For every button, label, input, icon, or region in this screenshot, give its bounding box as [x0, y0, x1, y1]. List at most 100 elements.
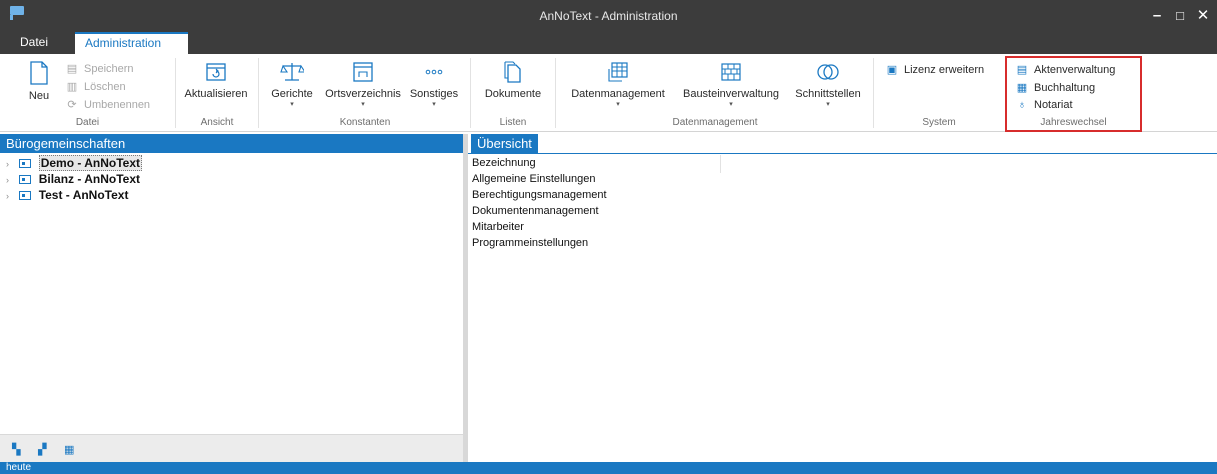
brick-wall-icon: [721, 63, 741, 81]
title-bar: AnNoText - Administration – □ ✕: [0, 0, 1217, 32]
left-pane-toolbar: ▚ ▞ ▦: [0, 434, 463, 462]
folder-icon: [19, 191, 32, 200]
tree-item-test[interactable]: › Test - AnNoText: [6, 188, 128, 203]
overview-item-document-management[interactable]: Dokumentenmanagement: [472, 205, 599, 217]
expand-arrow-icon[interactable]: ›: [6, 159, 16, 169]
refresh-icon: [206, 63, 226, 81]
group-label-ansicht: Ansicht: [200, 117, 234, 128]
overview-pane: Übersicht Bezeichnung Allgemeine Einstel…: [468, 134, 1217, 462]
maximize-button[interactable]: □: [1170, 6, 1190, 26]
modules-button-label: Bausteinverwaltung: [682, 88, 779, 100]
places-button-label: Ortsverzeichnis: [325, 88, 401, 100]
tree-item-label: Test - AnNoText: [38, 188, 129, 202]
expand-arrow-icon[interactable]: ›: [6, 175, 16, 185]
trash-icon: ▥: [66, 81, 78, 93]
refresh-button-label: Aktualisieren: [184, 88, 248, 100]
delete-label: Löschen: [84, 81, 126, 93]
expand-arrow-icon[interactable]: ›: [6, 191, 16, 201]
interfaces-rings-icon: [817, 64, 839, 80]
refresh-button[interactable]: Aktualisieren: [177, 61, 255, 100]
group-divider: [470, 58, 471, 128]
accounting-button[interactable]: ▦ Buchhaltung: [1016, 81, 1095, 94]
overview-item-employees[interactable]: Mitarbeiter: [472, 221, 524, 233]
license-extend-button[interactable]: ▣ Lizenz erweitern: [886, 63, 984, 76]
tab-underline: [468, 153, 1217, 154]
tab-administration[interactable]: Administration: [75, 32, 188, 54]
interfaces-button[interactable]: Schnittstellen ▾: [788, 61, 868, 109]
scales-icon: [280, 63, 304, 81]
close-button[interactable]: ✕: [1193, 6, 1213, 26]
group-label-listen: Listen: [499, 117, 527, 128]
tree-item-label: Demo - AnNoText: [38, 155, 143, 171]
notary-seal-icon: ♁: [1017, 99, 1027, 111]
chevron-down-icon: ▾: [361, 101, 365, 108]
more-dots-icon: [425, 69, 443, 75]
documents-button[interactable]: Dokumente: [474, 61, 552, 100]
tree-item-bilanz[interactable]: › Bilanz - AnNoText: [6, 172, 140, 187]
license-icon: ▣: [886, 64, 898, 76]
chevron-down-icon: ▾: [616, 101, 620, 108]
hierarchy-icon[interactable]: ▞: [38, 443, 46, 456]
status-text: heute: [6, 462, 32, 473]
places-button[interactable]: Ortsverzeichnis ▾: [320, 61, 406, 109]
network-icon[interactable]: ▚: [12, 443, 20, 456]
group-divider: [555, 58, 556, 128]
chevron-down-icon: ▾: [729, 101, 733, 108]
minimize-button[interactable]: –: [1147, 6, 1167, 26]
group-divider: [258, 58, 259, 128]
chevron-down-icon: ▾: [290, 101, 294, 108]
save-label: Speichern: [84, 63, 134, 75]
menu-tabs: Datei Administration: [0, 32, 1217, 54]
files-management-label: Aktenverwaltung: [1034, 64, 1116, 76]
data-management-button-label: Datenmanagement: [571, 88, 665, 100]
files-management-button[interactable]: ▤ Aktenverwaltung: [1016, 63, 1116, 76]
tree-item-demo[interactable]: › Demo - AnNoText: [6, 155, 143, 171]
new-button[interactable]: Neu: [20, 61, 58, 102]
ribbon: Neu ▤ Speichern ▥ Löschen ⟳ Umbenennen Date…: [0, 54, 1217, 132]
interfaces-button-label: Schnittstellen: [795, 88, 861, 100]
group-label-konstanten: Konstanten: [339, 117, 391, 128]
rename-button[interactable]: ⟳ Umbenennen: [66, 98, 150, 111]
new-button-label: Neu: [28, 90, 50, 102]
files-icon: ▤: [1016, 64, 1028, 76]
delete-button[interactable]: ▥ Löschen: [66, 80, 126, 93]
folder-icon: [19, 159, 32, 168]
database-grid-icon: [608, 62, 628, 82]
other-button-label: Sonstiges: [409, 88, 459, 100]
courts-button[interactable]: Gerichte ▾: [264, 61, 320, 109]
chevron-down-icon: ▾: [432, 101, 436, 108]
tree-item-label: Bilanz - AnNoText: [38, 172, 141, 186]
rename-label: Umbenennen: [84, 99, 151, 111]
chevron-down-icon: ▾: [826, 101, 830, 108]
courts-button-label: Gerichte: [271, 88, 313, 100]
overview-item-general-settings[interactable]: Allgemeine Einstellungen: [472, 173, 596, 185]
overview-item-permissions[interactable]: Berechtigungsmanagement: [472, 189, 607, 201]
tab-datei[interactable]: Datei: [10, 32, 58, 54]
notary-button[interactable]: ♁ Notariat: [1016, 99, 1073, 111]
data-management-button[interactable]: Datenmanagement ▾: [562, 61, 674, 109]
group-label-system: System: [922, 117, 956, 128]
column-divider[interactable]: [720, 155, 721, 173]
tab-overview[interactable]: Übersicht: [471, 134, 538, 153]
pane-title: Bürogemeinschaften: [0, 134, 463, 153]
documents-button-label: Dokumente: [484, 88, 542, 100]
other-button[interactable]: Sonstiges ▾: [406, 61, 462, 109]
notary-label: Notariat: [1034, 99, 1073, 111]
grid-view-icon[interactable]: ▦: [64, 443, 74, 456]
accounting-label: Buchhaltung: [1034, 82, 1096, 94]
calculator-icon: ▦: [1016, 82, 1028, 94]
overview-item-bezeichnung[interactable]: Bezeichnung: [472, 157, 536, 169]
rename-icon: ⟳: [67, 99, 77, 111]
folder-icon: [19, 175, 32, 184]
overview-item-program-settings[interactable]: Programmeinstellungen: [472, 237, 588, 249]
group-label-datenmanagement: Datenmanagement: [672, 117, 758, 128]
license-label: Lizenz erweitern: [904, 64, 985, 76]
save-button[interactable]: ▤ Speichern: [66, 62, 134, 75]
window-title: AnNoText - Administration: [539, 9, 678, 23]
status-bar: heute: [0, 462, 1217, 474]
modules-button[interactable]: Bausteinverwaltung ▾: [675, 61, 787, 109]
save-icon: ▤: [66, 63, 78, 75]
documents-icon: [504, 61, 521, 83]
new-document-icon: [30, 61, 48, 85]
office-communities-pane: Bürogemeinschaften › Demo - AnNoText › B…: [0, 134, 463, 462]
